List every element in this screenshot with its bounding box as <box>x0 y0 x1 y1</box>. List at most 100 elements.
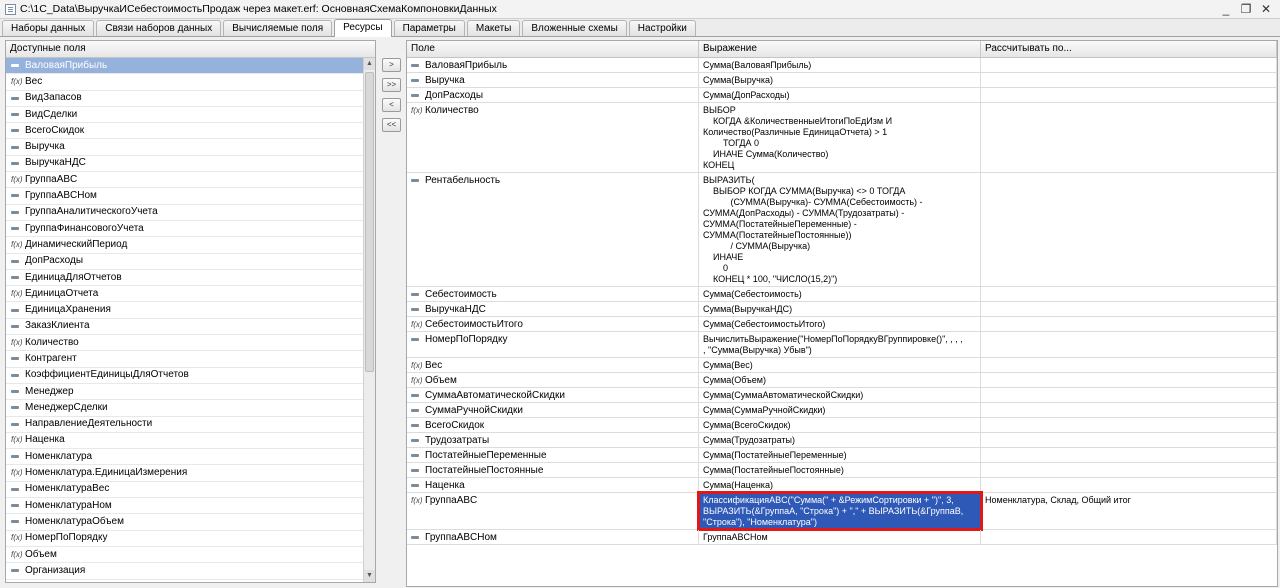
field-cell[interactable]: ВыручкаНДС <box>407 302 699 316</box>
field-cell[interactable]: f(x) Объем <box>407 373 699 387</box>
field-cell[interactable]: ГруппаABCНом <box>407 530 699 544</box>
field-cell[interactable]: Выручка <box>407 73 699 87</box>
list-item[interactable]: f(x) Количество <box>6 335 363 352</box>
field-cell[interactable]: f(x) ГруппаABC <box>407 493 699 529</box>
table-row[interactable]: ВаловаяПрибыль Сумма(ВаловаяПрибыль) <box>407 58 1277 73</box>
calc-by-cell[interactable] <box>981 103 1277 172</box>
field-cell[interactable]: f(x) Вес <box>407 358 699 372</box>
field-cell[interactable]: Себестоимость <box>407 287 699 301</box>
tab-item[interactable]: Вычисляемые поля <box>223 20 333 36</box>
tab-item[interactable]: Связи наборов данных <box>96 20 222 36</box>
table-row[interactable]: СуммаАвтоматическойСкидки Сумма(СуммаАвто… <box>407 388 1277 403</box>
column-calc-by-header[interactable]: Рассчитывать по... <box>981 41 1277 57</box>
field-cell[interactable]: ДопРасходы <box>407 88 699 102</box>
move-one-right-button[interactable]: > <box>382 58 401 72</box>
expression-cell[interactable]: Сумма(ВсегоСкидок) <box>699 418 981 432</box>
table-row[interactable]: ГруппаABCНом ГруппаABCНом <box>407 530 1277 545</box>
tab-item[interactable]: Ресурсы <box>334 19 392 37</box>
table-row[interactable]: Трудозатраты Сумма(Трудозатраты) <box>407 433 1277 448</box>
list-item[interactable]: ВаловаяПрибыль <box>6 58 363 75</box>
list-item[interactable]: ЕдиницаХранения <box>6 302 363 319</box>
expression-cell[interactable]: ВЫБОР КОГДА &КоличественныеИтогиПоЕдИзм … <box>699 103 981 172</box>
field-cell[interactable]: НомерПоПорядку <box>407 332 699 357</box>
table-row[interactable]: НомерПоПорядку ВычислитьВыражение("НомерП… <box>407 332 1277 358</box>
list-item[interactable]: f(x) Объем <box>6 547 363 564</box>
table-row[interactable]: f(x) Количество ВЫБОР КОГДА &Количественны… <box>407 103 1277 173</box>
expression-cell[interactable]: Сумма(ПостатейныеПеременные) <box>699 448 981 462</box>
list-item[interactable]: МенеджерСделки <box>6 400 363 417</box>
calc-by-cell[interactable] <box>981 302 1277 316</box>
expression-cell[interactable]: Сумма(ВыручкаНДС) <box>699 302 981 316</box>
list-item[interactable]: ВыручкаНДС <box>6 156 363 173</box>
list-item[interactable]: Менеджер <box>6 384 363 401</box>
calc-by-cell[interactable] <box>981 478 1277 492</box>
list-item[interactable]: f(x) ЕдиницаОтчета <box>6 286 363 303</box>
expression-cell[interactable]: Сумма(Наценка) <box>699 478 981 492</box>
expression-cell[interactable]: Сумма(СуммаРучнойСкидки) <box>699 403 981 417</box>
table-row[interactable]: ВсегоСкидок Сумма(ВсегоСкидок) <box>407 418 1277 433</box>
list-item[interactable]: КоэффициентЕдиницыДляОтчетов <box>6 368 363 384</box>
field-cell[interactable]: ВаловаяПрибыль <box>407 58 699 72</box>
calc-by-cell[interactable] <box>981 433 1277 447</box>
expression-cell[interactable]: КлассификацияABC("Сумма(" + &РежимСортир… <box>697 491 983 531</box>
calc-by-cell[interactable] <box>981 373 1277 387</box>
list-item[interactable]: Выручка <box>6 139 363 156</box>
table-row[interactable]: Выручка Сумма(Выручка) <box>407 73 1277 88</box>
calc-by-cell[interactable] <box>981 358 1277 372</box>
list-item[interactable]: ЗаказКлиента <box>6 319 363 336</box>
field-cell[interactable]: Рентабельность <box>407 173 699 286</box>
calc-by-cell[interactable] <box>981 403 1277 417</box>
table-row[interactable]: ДопРасходы Сумма(ДопРасходы) <box>407 88 1277 103</box>
list-item[interactable]: ВидЗапасов <box>6 91 363 107</box>
tab-item[interactable]: Вложенные схемы <box>522 20 627 36</box>
list-item[interactable]: ГруппаABCНом <box>6 188 363 205</box>
expression-cell[interactable]: Сумма(Вес) <box>699 358 981 372</box>
move-all-left-button[interactable]: << <box>382 118 401 132</box>
scroll-down-icon[interactable]: ▼ <box>364 570 375 582</box>
calc-by-cell[interactable] <box>981 173 1277 286</box>
list-item[interactable]: f(x) Номенклатура.ЕдиницаИзмерения <box>6 465 363 482</box>
list-item[interactable]: Контрагент <box>6 351 363 368</box>
field-cell[interactable]: СуммаРучнойСкидки <box>407 403 699 417</box>
table-row[interactable]: f(x) Объем Сумма(Объем) <box>407 373 1277 388</box>
tab-item[interactable]: Макеты <box>466 20 521 36</box>
calc-by-cell[interactable] <box>981 388 1277 402</box>
calc-by-cell[interactable] <box>981 73 1277 87</box>
expression-cell[interactable]: Сумма(СуммаАвтоматическойСкидки) <box>699 388 981 402</box>
close-icon[interactable]: ✕ <box>1258 1 1274 17</box>
calc-by-cell[interactable] <box>981 448 1277 462</box>
expression-cell[interactable]: Сумма(ВаловаяПрибыль) <box>699 58 981 72</box>
column-field-header[interactable]: Поле <box>407 41 699 57</box>
expression-cell[interactable]: Сумма(Себестоимость) <box>699 287 981 301</box>
list-item[interactable]: НаправлениеДеятельности <box>6 417 363 433</box>
list-item[interactable]: Организация <box>6 563 363 580</box>
minimize-icon[interactable]: _ <box>1218 1 1234 17</box>
field-cell[interactable]: ПостатейныеПеременные <box>407 448 699 462</box>
table-row[interactable]: ПостатейныеПеременные Сумма(ПостатейныеПе… <box>407 448 1277 463</box>
list-item[interactable]: Номенклатура <box>6 449 363 466</box>
field-cell[interactable]: ВсегоСкидок <box>407 418 699 432</box>
field-cell[interactable]: f(x) СебестоимостьИтого <box>407 317 699 331</box>
calc-by-cell[interactable] <box>981 58 1277 72</box>
table-row[interactable]: f(x) СебестоимостьИтого Сумма(Себестоимост… <box>407 317 1277 332</box>
list-item[interactable]: ГруппаФинансовогоУчета <box>6 221 363 238</box>
expression-cell[interactable]: ГруппаABCНом <box>699 530 981 544</box>
list-item[interactable]: ВсегоСкидок <box>6 123 363 140</box>
list-item[interactable]: f(x) Вес <box>6 74 363 91</box>
table-row[interactable]: ПостатейныеПостоянные Сумма(ПостатейныеПо… <box>407 463 1277 478</box>
list-item[interactable]: ГруппаАналитическогоУчета <box>6 205 363 221</box>
expression-cell[interactable]: Сумма(Выручка) <box>699 73 981 87</box>
expression-cell[interactable]: Сумма(Объем) <box>699 373 981 387</box>
calc-by-cell[interactable] <box>981 317 1277 331</box>
field-cell[interactable]: ПостатейныеПостоянные <box>407 463 699 477</box>
list-item[interactable]: f(x) ГруппаABC <box>6 172 363 189</box>
calc-by-cell[interactable] <box>981 418 1277 432</box>
table-row[interactable]: f(x) ГруппаABC КлассификацияABC("Сумма(" +… <box>407 491 1277 531</box>
field-cell[interactable]: Трудозатраты <box>407 433 699 447</box>
field-cell[interactable]: Наценка <box>407 478 699 492</box>
table-row[interactable]: f(x) Вес Сумма(Вес) <box>407 358 1277 373</box>
restore-icon[interactable]: ❐ <box>1238 1 1254 17</box>
scroll-up-icon[interactable]: ▲ <box>364 58 375 70</box>
table-row[interactable]: Наценка Сумма(Наценка) <box>407 478 1277 493</box>
expression-cell[interactable]: ВычислитьВыражение("НомерПоПорядкуВГрупп… <box>699 332 981 357</box>
